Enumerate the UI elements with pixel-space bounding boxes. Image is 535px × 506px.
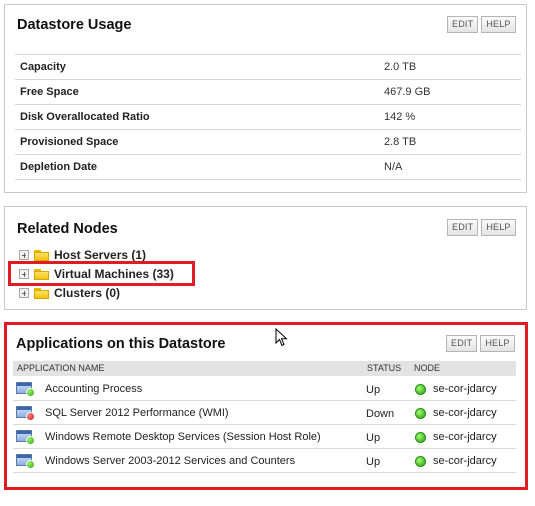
applications-highlight bbox=[4, 322, 528, 490]
table-row: Disk Overallocated Ratio 142 % bbox=[15, 105, 521, 130]
help-button[interactable]: HELP bbox=[481, 16, 516, 33]
panel-actions: EDIT HELP bbox=[447, 219, 516, 236]
virtual-machines-highlight bbox=[8, 261, 195, 286]
mouse-cursor-icon bbox=[275, 328, 288, 347]
tree-item-label: Clusters (0) bbox=[54, 286, 121, 300]
folder-icon bbox=[34, 287, 49, 299]
panel-title: Related Nodes bbox=[17, 221, 118, 237]
help-button[interactable]: HELP bbox=[481, 219, 516, 236]
table-row: Free Space 467.9 GB bbox=[15, 80, 521, 105]
row-value: 2.0 TB bbox=[384, 61, 417, 73]
expand-icon[interactable] bbox=[19, 250, 29, 260]
panel-title: Datastore Usage bbox=[17, 17, 132, 33]
datastore-usage-panel: Datastore Usage EDIT HELP Capacity 2.0 T… bbox=[4, 4, 527, 193]
row-value: N/A bbox=[384, 161, 403, 173]
table-row: Capacity 2.0 TB bbox=[15, 55, 521, 80]
edit-button[interactable]: EDIT bbox=[447, 16, 479, 33]
usage-table: Capacity 2.0 TB Free Space 467.9 GB Disk… bbox=[15, 54, 521, 180]
row-value: 2.8 TB bbox=[384, 136, 417, 148]
table-row: Provisioned Space 2.8 TB bbox=[15, 130, 521, 155]
table-row: Depletion Date N/A bbox=[15, 155, 521, 180]
row-label: Capacity bbox=[20, 61, 66, 73]
row-label: Depletion Date bbox=[20, 161, 98, 173]
panel-actions: EDIT HELP bbox=[447, 16, 516, 33]
row-value: 142 % bbox=[384, 111, 416, 123]
folder-icon bbox=[34, 249, 49, 261]
edit-button[interactable]: EDIT bbox=[447, 219, 479, 236]
row-label: Disk Overallocated Ratio bbox=[20, 111, 150, 123]
row-label: Free Space bbox=[20, 86, 79, 98]
tree-item-clusters[interactable]: Clusters (0) bbox=[19, 284, 120, 302]
expand-icon[interactable] bbox=[19, 288, 29, 298]
row-label: Provisioned Space bbox=[20, 136, 119, 148]
row-value: 467.9 GB bbox=[384, 86, 431, 98]
tree-item-label: Host Servers (1) bbox=[54, 248, 147, 262]
